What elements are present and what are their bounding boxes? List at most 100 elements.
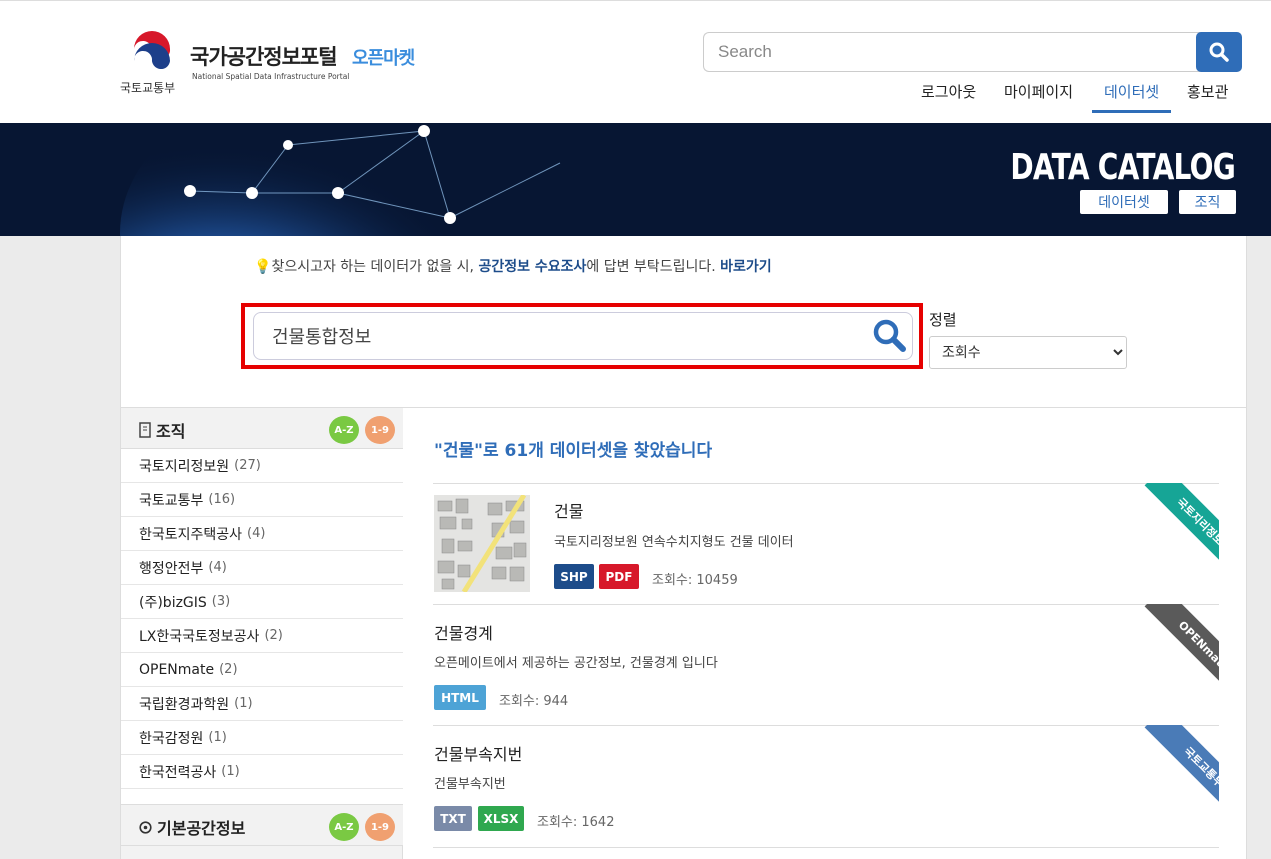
goto-link[interactable]: 바로가기 bbox=[720, 259, 772, 275]
format-tag-html[interactable]: HTML bbox=[434, 685, 486, 710]
ministry-label: 국토교통부 bbox=[120, 81, 176, 95]
sort-count-button[interactable]: 1-9 bbox=[365, 416, 395, 444]
basic-info-title-wrap: 기본공간정보 bbox=[139, 815, 245, 839]
org-item[interactable]: 한국감정원 (1) bbox=[121, 721, 403, 755]
org-name: (주)bizGIS bbox=[139, 594, 207, 611]
main-search-highlight bbox=[241, 303, 923, 369]
org-item[interactable]: (주)bizGIS (3) bbox=[121, 585, 403, 619]
nav-promo[interactable]: 홍보관 bbox=[1187, 81, 1228, 113]
notice-before: 찾으시고자 하는 데이터가 없을 시, bbox=[271, 259, 479, 275]
search-icon[interactable] bbox=[872, 318, 908, 354]
portal-logo[interactable]: 국토교통부 국가공간정보포털 오픈마켓 National Spatial Dat… bbox=[120, 31, 440, 99]
org-name: 국토지리정보원 bbox=[139, 458, 230, 475]
dataset-name[interactable]: 건물부속지번 bbox=[434, 741, 522, 765]
org-count: (4) bbox=[208, 560, 227, 575]
banner-dataset-button[interactable]: 데이터셋 bbox=[1080, 190, 1168, 214]
result-item[interactable]: 건물 국토지리정보원 연속수치지형도 건물 데이터 SHP PDF 조회수: 1… bbox=[433, 483, 1219, 604]
org-count: (16) bbox=[208, 492, 236, 507]
org-ribbon-label: OPENmate bbox=[1144, 604, 1219, 699]
org-item[interactable]: OPENmate (2) bbox=[121, 653, 403, 687]
sort-select[interactable]: 조회수 bbox=[929, 336, 1127, 369]
dataset-name[interactable]: 건물 bbox=[554, 498, 583, 522]
site-header: 국토교통부 국가공간정보포털 오픈마켓 National Spatial Dat… bbox=[0, 0, 1271, 123]
org-count: (27) bbox=[234, 458, 261, 473]
org-filter-header: 조직 A-Z 1-9 bbox=[121, 407, 403, 449]
sort-count-button[interactable]: 1-9 bbox=[365, 813, 395, 841]
view-count: 조회수: 944 bbox=[499, 694, 569, 709]
top-search-button[interactable] bbox=[1196, 32, 1242, 72]
org-name: LX한국국토정보공사 bbox=[139, 628, 260, 645]
org-item[interactable]: 행정안전부 (4) bbox=[121, 551, 403, 585]
org-name: 한국전력공사 bbox=[139, 764, 217, 781]
org-name: 국립환경과학원 bbox=[139, 696, 230, 713]
org-item[interactable]: 한국토지주택공사 (4) bbox=[121, 517, 403, 551]
org-item[interactable]: 한국전력공사 (1) bbox=[121, 755, 403, 789]
org-item[interactable]: 국립환경과학원 (1) bbox=[121, 687, 403, 721]
org-name: 국토교통부 bbox=[139, 492, 204, 509]
basic-info-filter-header: 기본공간정보 A-Z 1-9 bbox=[121, 804, 403, 846]
sort-az-button[interactable]: A-Z bbox=[329, 813, 359, 841]
survey-link[interactable]: 공간정보 수요조사 bbox=[478, 259, 586, 275]
org-name: 한국감정원 bbox=[139, 730, 204, 747]
network-globe-graphic bbox=[120, 123, 561, 236]
sort-label: 정렬 bbox=[929, 311, 957, 329]
format-tag-shp[interactable]: SHP bbox=[554, 564, 594, 589]
org-count: (1) bbox=[208, 730, 227, 745]
portal-title: 국가공간정보포털 bbox=[190, 45, 338, 69]
nav-mypage[interactable]: 마이페이지 bbox=[1004, 81, 1073, 113]
format-tag-pdf[interactable]: PDF bbox=[599, 564, 639, 589]
org-count: (2) bbox=[219, 662, 238, 677]
banner-org-button[interactable]: 조직 bbox=[1179, 190, 1236, 214]
lightbulb-icon: 💡 bbox=[254, 259, 272, 275]
notice-text: 💡찾으시고자 하는 데이터가 없을 시, 공간정보 수요조사에 답변 부탁드립니… bbox=[254, 256, 772, 276]
nav-logout[interactable]: 로그아웃 bbox=[921, 81, 976, 113]
catalog-banner: DATA CATALOG 데이터셋 조직 bbox=[0, 123, 1271, 236]
dataset-name[interactable]: 건물경계 bbox=[434, 620, 493, 644]
view-count: 조회수: 1642 bbox=[537, 815, 615, 830]
result-summary: "건물"로 61개 데이터셋을 찾았습니다 bbox=[434, 441, 713, 461]
dataset-desc: 건물부속지번 bbox=[434, 777, 506, 792]
org-count: (3) bbox=[211, 594, 231, 609]
org-ribbon: OPENmate bbox=[1124, 604, 1219, 699]
org-count: (1) bbox=[234, 696, 253, 711]
catalog-panel: 💡찾으시고자 하는 데이터가 없을 시, 공간정보 수요조사에 답변 부탁드립니… bbox=[120, 236, 1247, 859]
nav-dataset[interactable]: 데이터셋 bbox=[1092, 81, 1172, 113]
filter-sidebar: 조직 A-Z 1-9 국토지리정보원 (27) 국토교통부 (16) 한국토지주택공… bbox=[121, 407, 403, 859]
result-item[interactable]: 건물부속지번 건물부속지번 TXT XLSX 조회수: 1642 국토교통부 bbox=[433, 725, 1219, 859]
org-count: (4) bbox=[247, 526, 266, 541]
top-search-bar bbox=[703, 32, 1242, 72]
org-count: (1) bbox=[221, 764, 240, 779]
org-filter-title-wrap: 조직 bbox=[139, 418, 185, 442]
map-thumbnail-graphic bbox=[434, 495, 530, 592]
banner-title: DATA CATALOG bbox=[1010, 147, 1235, 188]
building-icon bbox=[139, 422, 151, 438]
view-count: 조회수: 10459 bbox=[652, 573, 738, 588]
org-name: OPENmate bbox=[139, 661, 215, 678]
org-item[interactable]: 국토지리정보원 (27) bbox=[121, 449, 403, 483]
notice-middle: 에 답변 부탁드립니다. bbox=[586, 259, 721, 275]
format-tag-txt[interactable]: TXT bbox=[434, 806, 472, 831]
org-filter-title: 조직 bbox=[156, 422, 186, 441]
org-item[interactable]: 국토교통부 (16) bbox=[121, 483, 403, 517]
format-tag-xlsx[interactable]: XLSX bbox=[478, 806, 524, 831]
main-search-input[interactable] bbox=[253, 312, 913, 360]
top-search-input[interactable] bbox=[703, 32, 1203, 72]
org-item[interactable]: LX한국국토정보공사 (2) bbox=[121, 619, 403, 653]
taeguk-emblem-icon bbox=[132, 31, 172, 73]
org-ribbon: 국토교통부 bbox=[1124, 725, 1219, 820]
compass-icon bbox=[139, 820, 152, 834]
org-list: 국토지리정보원 (27) 국토교통부 (16) 한국토지주택공사 (4) 행정안전부 (… bbox=[121, 449, 403, 805]
org-ribbon-label: 국토지리정보원 bbox=[1144, 483, 1219, 578]
search-icon bbox=[1209, 42, 1229, 62]
divider bbox=[433, 847, 1219, 848]
result-item[interactable]: 건물경계 오픈메이트에서 제공하는 공간정보, 건물경계 입니다 HTML 조회… bbox=[433, 604, 1219, 725]
org-ribbon-label: 국토교통부 bbox=[1144, 725, 1219, 820]
basic-info-title: 기본공간정보 bbox=[157, 819, 246, 838]
dataset-desc: 국토지리정보원 연속수치지형도 건물 데이터 bbox=[554, 535, 794, 550]
sort-az-button[interactable]: A-Z bbox=[329, 416, 359, 444]
org-ribbon: 국토지리정보원 bbox=[1124, 483, 1219, 578]
org-name: 행정안전부 bbox=[139, 560, 204, 577]
portal-subtitle: 오픈마켓 bbox=[352, 48, 415, 69]
org-name: 한국토지주택공사 bbox=[139, 526, 243, 543]
